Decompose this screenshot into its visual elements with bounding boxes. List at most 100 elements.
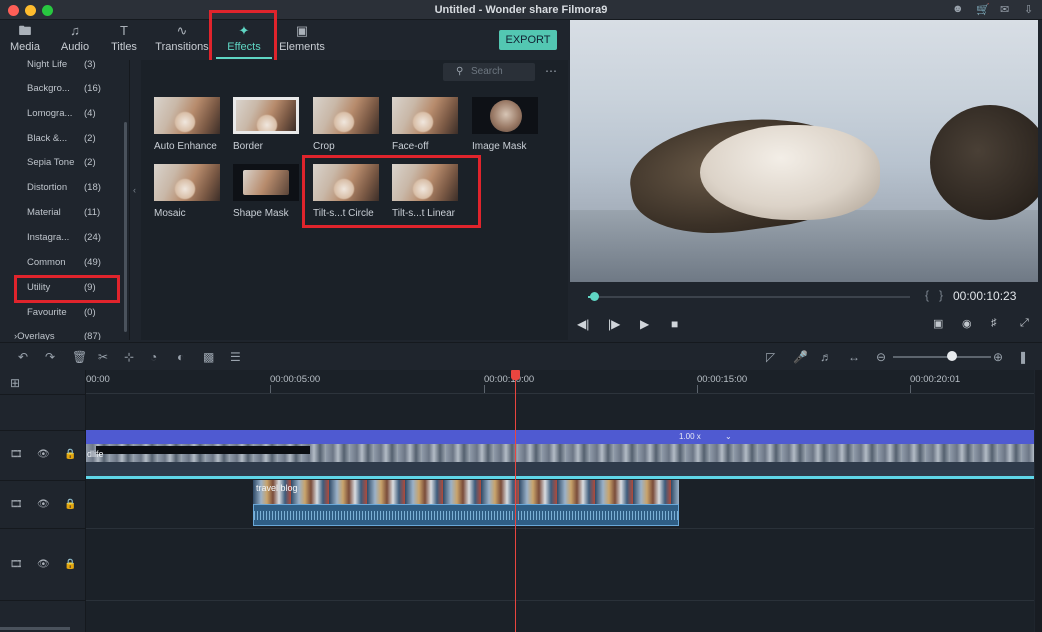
delete-icon[interactable]: 🗑 [72,350,87,364]
green-screen-icon[interactable]: ▩ [203,350,214,364]
video-clip-name: dlife [87,449,104,459]
stop-icon[interactable]: ■ [671,317,678,331]
timeline-ruler[interactable] [86,370,1034,394]
lock-icon[interactable]: 🔒 [64,449,76,460]
film-icon: 🎞 [10,449,23,460]
track-header-1 [0,394,86,430]
transition-icon: ∿ [176,23,188,38]
video-clip-travel-blog[interactable] [253,480,679,504]
fit-timeline-icon[interactable]: ↔ [848,350,860,364]
ruler-label: 00:00:05:00 [270,374,321,385]
video-clip-2-name: travel blog [256,483,298,493]
marker-icon[interactable]: ◸ [766,350,775,364]
speed-icon[interactable]: ◔ [150,350,157,364]
search-icon: ⚲ [456,66,464,77]
collapse-sidebar-icon[interactable]: ‹ [133,185,136,195]
category-distortion[interactable]: Distortion (18) [27,178,127,198]
music-note-icon: ♫ [70,23,80,38]
speed-bar[interactable] [86,430,1034,444]
play-icon[interactable]: ▶ [640,317,649,331]
cut-icon[interactable]: ✂ [98,350,108,364]
playhead-line[interactable] [515,372,516,632]
eye-icon[interactable]: 👁 [37,499,50,510]
export-button[interactable]: EXPORT [499,30,557,50]
video-preview[interactable] [570,20,1038,282]
panel-handle-icon[interactable]: ❚ [1018,350,1028,364]
tab-audio[interactable]: ♫ Audio [55,20,95,60]
microphone-icon[interactable]: 🎤 [793,350,808,364]
effect-thumb-border[interactable] [233,97,299,134]
category-overlays[interactable]: ›Overlays (87) [14,327,114,340]
timeline-zoom-slider[interactable] [893,356,991,358]
effect-thumb-mosaic[interactable] [154,164,220,201]
video-clip-wildlife[interactable] [86,444,1034,462]
eye-icon[interactable]: 👁 [37,449,50,460]
lock-icon[interactable]: 🔒 [64,559,76,570]
category-black-white[interactable]: Black &... (2) [27,129,127,149]
timeline-horizontal-scrollbar[interactable] [0,627,70,630]
ruler-label: 00:00:10:00 [484,374,535,385]
download-icon[interactable]: ⇩ [1024,3,1033,16]
category-material[interactable]: Material (11) [27,203,127,223]
step-forward-icon[interactable]: |▶ [608,317,620,331]
volume-icon[interactable]: ♯ [991,317,997,329]
lock-icon[interactable]: 🔒 [64,499,76,510]
highlight-tilt-shift-effects [302,155,481,228]
search-input[interactable]: ⚲ Search [443,63,535,81]
color-icon[interactable]: ◐ [177,350,184,364]
effect-thumb-auto-enhance[interactable] [154,97,220,134]
step-back-icon[interactable]: ◀| [577,317,589,331]
category-instagram[interactable]: Instagra... (24) [27,228,127,248]
add-track-icon[interactable]: ⊞ [10,376,20,390]
ruler-tick [484,385,485,393]
video-clip-audio [86,462,1034,476]
cart-icon[interactable]: 🛒 [976,3,990,16]
media-toolbar: 🖿 Media ♫ Audio T Titles ∿ Transitions ✦… [0,20,568,60]
category-lomography[interactable]: Lomogra... (4) [27,104,127,124]
category-background[interactable]: Backgro... (16) [27,79,127,99]
mark-in-icon[interactable]: { [925,288,929,302]
folder-icon: 🖿 [18,23,32,38]
effect-name-crop: Crop [313,141,335,152]
grid-view-icon[interactable]: ⋯ [545,64,557,78]
fullscreen-icon[interactable]: ⤢ [1020,317,1029,330]
effect-track-bar[interactable] [86,476,1034,479]
redo-icon[interactable]: ↷ [45,350,55,364]
tab-titles[interactable]: T Titles [104,20,144,60]
audio-mixer-icon[interactable]: ☰ [230,350,241,364]
chevron-down-icon: ⌄ [725,432,732,441]
tab-media[interactable]: 🖿 Media [5,20,45,60]
category-night-life[interactable]: Night Life (3) [27,60,127,75]
category-common[interactable]: Common (49) [27,253,127,273]
effect-thumb-face-off[interactable] [392,97,458,134]
effect-name-auto-enhance: Auto Enhance [154,141,217,152]
zoom-in-icon[interactable]: ⊕ [993,350,1003,364]
tab-elements[interactable]: ▣ Elements [278,20,326,60]
audio-waveform-clip[interactable] [253,504,679,526]
display-settings-icon[interactable]: ▣ [933,317,943,330]
timeline-vertical-scrollbar[interactable] [1035,370,1042,632]
ruler-label: 00:00:15:00 [697,374,748,385]
mark-out-icon[interactable]: } [939,288,943,302]
playhead-handle[interactable] [511,370,520,380]
mail-icon[interactable]: ✉ [1000,3,1009,16]
category-favourite[interactable]: Favourite (0) [27,303,127,323]
snapshot-camera-icon[interactable]: ◉ [962,317,972,330]
effect-name-shape-mask: Shape Mask [233,208,289,219]
eye-icon[interactable]: 👁 [37,559,50,570]
effect-thumb-shape-mask[interactable] [233,164,299,201]
timeline-zoom-handle[interactable] [946,351,957,361]
effect-thumb-image-mask[interactable] [472,97,538,134]
audio-note-icon[interactable]: ♬ [820,350,832,364]
zoom-out-icon[interactable]: ⊖ [876,350,886,364]
user-icon[interactable]: ☻ [952,3,964,15]
tab-transitions[interactable]: ∿ Transitions [152,20,212,60]
crop-icon[interactable]: ⊹ [124,350,134,364]
film-icon: 🎞 [10,559,23,570]
sidebar-scrollbar[interactable] [124,122,127,332]
undo-icon[interactable]: ↶ [18,350,28,364]
player-scrubber-track[interactable] [588,296,910,298]
highlight-utility-category [14,275,120,303]
effect-thumb-crop[interactable] [313,97,379,134]
category-sepia-tone[interactable]: Sepia Tone (2) [27,153,127,173]
